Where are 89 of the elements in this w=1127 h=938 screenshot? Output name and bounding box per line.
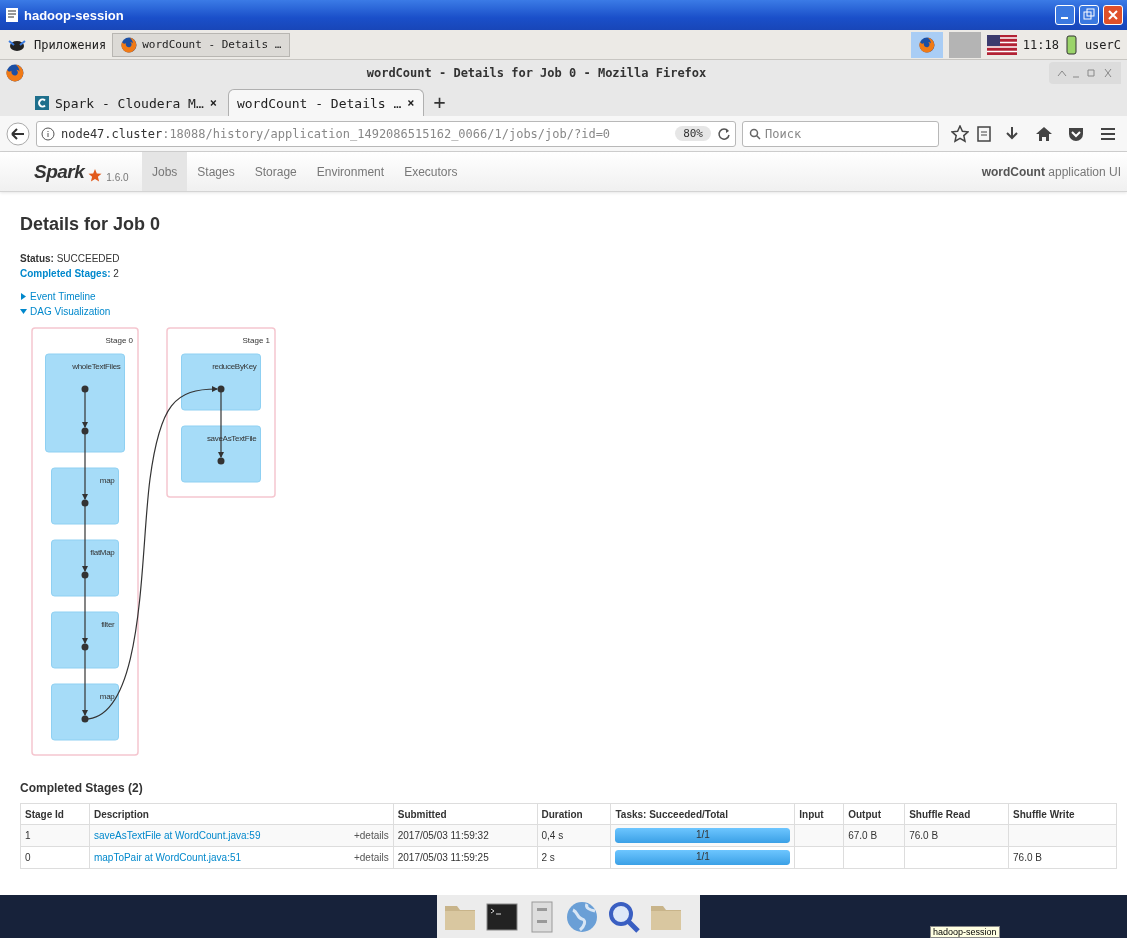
search-icon	[749, 127, 761, 140]
rdd-label: map	[99, 692, 115, 701]
rdd-dot	[217, 457, 225, 465]
section-heading: Completed Stages (2)	[20, 781, 144, 795]
browser-title: wordCount - Details for Job 0 - Mozilla Firefox	[365, 66, 708, 80]
table-cell: 67.0 B	[843, 824, 905, 847]
cloudera-icon	[35, 96, 49, 110]
section-toggle[interactable]: Event Timeline	[20, 289, 96, 304]
section-toggle[interactable]: DAG Visualization	[20, 304, 111, 319]
table-cell: 76.0 B	[904, 824, 1009, 847]
user-name: userC	[1084, 37, 1121, 52]
rdd-dot	[81, 571, 89, 579]
clock: 11:18	[1022, 37, 1059, 52]
rdd-dot	[81, 427, 89, 435]
stage-label: Stage 1	[242, 336, 270, 345]
back-icon[interactable]	[6, 121, 30, 146]
column-header[interactable]: Duration	[537, 803, 611, 825]
globe-icon[interactable]	[565, 899, 599, 934]
completed-stages-line: Completed Stages: 2	[20, 267, 120, 281]
battery-icon[interactable]	[1064, 33, 1079, 56]
search-icon[interactable]	[607, 899, 641, 934]
flag-icon[interactable]	[986, 34, 1017, 55]
reading-list-icon[interactable]	[975, 124, 993, 143]
rdd-node	[51, 611, 119, 669]
column-header[interactable]: Input	[794, 803, 844, 825]
stage-label: Stage 0	[105, 336, 133, 345]
info-icon	[41, 126, 55, 141]
tooltip: hadoop-session	[930, 926, 1000, 938]
table-cell: 2017/05/03 11:59:25	[393, 846, 538, 869]
table-cell: 2 s	[537, 846, 611, 869]
nav-tab[interactable]: Executors	[394, 152, 468, 191]
window-title: hadoop-session	[24, 7, 125, 23]
progress-text: 1/1	[694, 829, 711, 840]
firefox-icon	[6, 64, 24, 82]
rdd-dot	[81, 499, 89, 507]
rdd-node	[51, 467, 119, 525]
rdd-dot	[81, 643, 89, 651]
app-title: wordCount application UI	[981, 164, 1122, 179]
page-heading: Details for Job 0	[20, 214, 162, 235]
details-link[interactable]: +details	[353, 852, 389, 863]
column-header[interactable]: Shuffle Read	[904, 803, 1009, 825]
spark-version: 1.6.0	[106, 172, 129, 183]
rdd-node	[51, 683, 119, 741]
rdd-node	[51, 539, 119, 597]
rdd-label: map	[99, 476, 115, 485]
column-header[interactable]: Submitted	[393, 803, 538, 825]
stage-link[interactable]: mapToPair at WordCount.java:51	[93, 852, 242, 863]
rdd-dot	[81, 715, 89, 723]
rdd-label: filter	[101, 620, 115, 629]
nav-tab[interactable]: Jobs	[142, 152, 188, 191]
rdd-label: reduceByKey	[212, 362, 257, 371]
star-icon[interactable]	[951, 124, 969, 143]
close-tab-icon[interactable]: ×	[407, 96, 415, 110]
status-line: Status: SUCCEEDED	[20, 252, 121, 266]
column-header[interactable]: Shuffle Write	[1008, 803, 1117, 825]
new-tab-button[interactable]: +	[425, 90, 454, 116]
column-header[interactable]: Tasks: Succeeded/Total	[610, 803, 795, 825]
applications-menu[interactable]: Приложения	[34, 37, 107, 52]
star-icon	[88, 169, 103, 183]
column-header[interactable]: Description	[89, 803, 394, 825]
nav-tab[interactable]: Environment	[306, 152, 395, 191]
close-tab-icon[interactable]: ×	[209, 96, 217, 110]
details-link[interactable]: +details	[353, 830, 389, 841]
table-cell: 2017/05/03 11:59:32	[393, 824, 538, 847]
stage-link[interactable]: saveAsTextFile at WordCount.java:59	[93, 830, 261, 841]
taskbar-button[interactable]: wordCount - Details …	[112, 32, 291, 57]
spark-logo[interactable]: Spark	[34, 161, 85, 183]
zoom-level[interactable]: 80%	[675, 126, 711, 141]
table-cell: 0,4 s	[537, 824, 611, 847]
progress-text: 1/1	[694, 851, 711, 862]
rdd-dot	[217, 385, 225, 393]
nav-tab[interactable]: Storage	[244, 152, 307, 191]
tray-button[interactable]	[910, 31, 943, 58]
search-field[interactable]: Поиск	[742, 120, 939, 147]
firefox-icon	[918, 36, 935, 53]
table-cell: 0	[20, 846, 90, 869]
table-cell: 1	[20, 824, 90, 847]
column-header[interactable]: Stage Id	[20, 803, 90, 825]
table-cell: 76.0 B	[1008, 846, 1117, 869]
url-field[interactable]: node47.cluster:18088/history/application_1492086515162_0066/1/jobs/job/?id=0 80%	[36, 120, 736, 147]
firefox-icon	[121, 36, 138, 53]
browser-tab[interactable]: Spark - Cloudera M… ×	[26, 89, 226, 116]
rdd-label: wholeTextFiles	[72, 362, 121, 371]
rdd-dot	[81, 385, 89, 393]
reload-icon[interactable]	[717, 126, 731, 141]
browser-tab[interactable]: wordCount - Details … ×	[227, 89, 424, 116]
nav-tab[interactable]: Stages	[187, 152, 245, 191]
column-header[interactable]: Output	[843, 803, 905, 825]
rdd-label: flatMap	[90, 548, 115, 557]
